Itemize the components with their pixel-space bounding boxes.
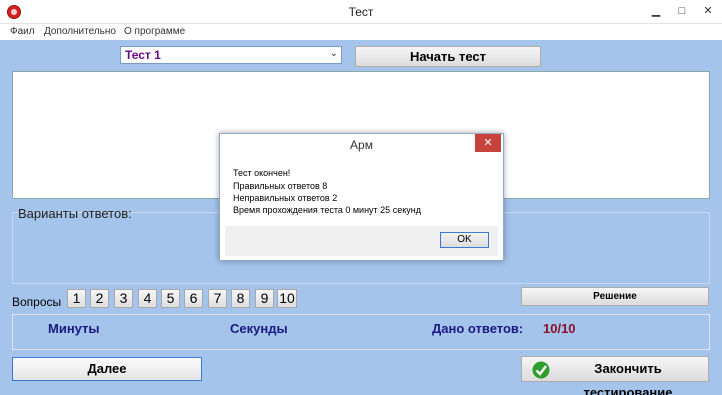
dialog-title: Арм — [350, 138, 373, 152]
minutes-label: Минуты — [48, 321, 100, 336]
dialog-footer: OK — [225, 226, 498, 256]
question-button-6[interactable]: 6 — [184, 289, 203, 308]
test-select[interactable]: Тест 1 ⌄ — [120, 46, 342, 64]
question-button-1[interactable]: 1 — [67, 289, 86, 308]
stats-panel — [12, 314, 710, 350]
menu-bar: Фаил Дополнительно О программе — [0, 24, 722, 40]
dialog-line-2: Правильных ответов 8 — [233, 181, 328, 191]
test-select-value: Тест 1 — [125, 48, 161, 62]
finish-test-button[interactable]: Закончить тестирование — [521, 356, 709, 395]
questions-label: Вопросы — [12, 295, 62, 309]
window-title: Тест — [348, 5, 374, 19]
answered-label: Дано ответов: — [432, 321, 524, 336]
finish-test-label: Закончить тестирование — [583, 361, 673, 395]
question-button-4[interactable]: 4 — [138, 289, 157, 308]
answered-count: 10/10 — [543, 321, 576, 336]
solution-button[interactable]: Решение — [521, 287, 709, 306]
question-button-3[interactable]: 3 — [114, 289, 133, 308]
dialog-line-3: Неправильных ответов 2 — [233, 193, 338, 203]
ok-button[interactable]: OK — [440, 232, 489, 248]
menu-file[interactable]: Фаил — [10, 26, 35, 37]
next-button[interactable]: Далее — [12, 357, 202, 381]
question-button-7[interactable]: 7 — [208, 289, 227, 308]
start-test-button[interactable]: Начать тест — [355, 46, 541, 67]
answers-label: Варианты ответов: — [18, 206, 132, 221]
dialog-line-1: Тест окончен! — [233, 168, 291, 178]
dialog-body: Тест окончен! Правильных ответов 8 Непра… — [225, 156, 498, 228]
check-icon — [532, 361, 550, 379]
title-bar: Тест ▁ □ ✕ — [0, 0, 722, 24]
menu-extra[interactable]: Дополнительно — [44, 26, 116, 37]
close-button[interactable]: ✕ — [696, 2, 720, 20]
question-button-5[interactable]: 5 — [161, 289, 180, 308]
dialog-line-4: Время прохождения теста 0 минут 25 секун… — [233, 205, 421, 215]
seconds-label: Секунды — [230, 321, 288, 336]
question-button-8[interactable]: 8 — [231, 289, 250, 308]
result-dialog: Арм ✕ Тест окончен! Правильных ответов 8… — [219, 133, 504, 261]
menu-about[interactable]: О программе — [124, 26, 185, 37]
chevron-down-icon: ⌄ — [329, 48, 338, 59]
question-button-9[interactable]: 9 — [255, 289, 274, 308]
question-button-2[interactable]: 2 — [90, 289, 109, 308]
question-button-10[interactable]: 10 — [277, 289, 297, 308]
minimize-button[interactable]: ▁ — [644, 2, 668, 20]
maximize-button[interactable]: □ — [670, 2, 694, 20]
dialog-close-button[interactable]: ✕ — [475, 134, 501, 152]
